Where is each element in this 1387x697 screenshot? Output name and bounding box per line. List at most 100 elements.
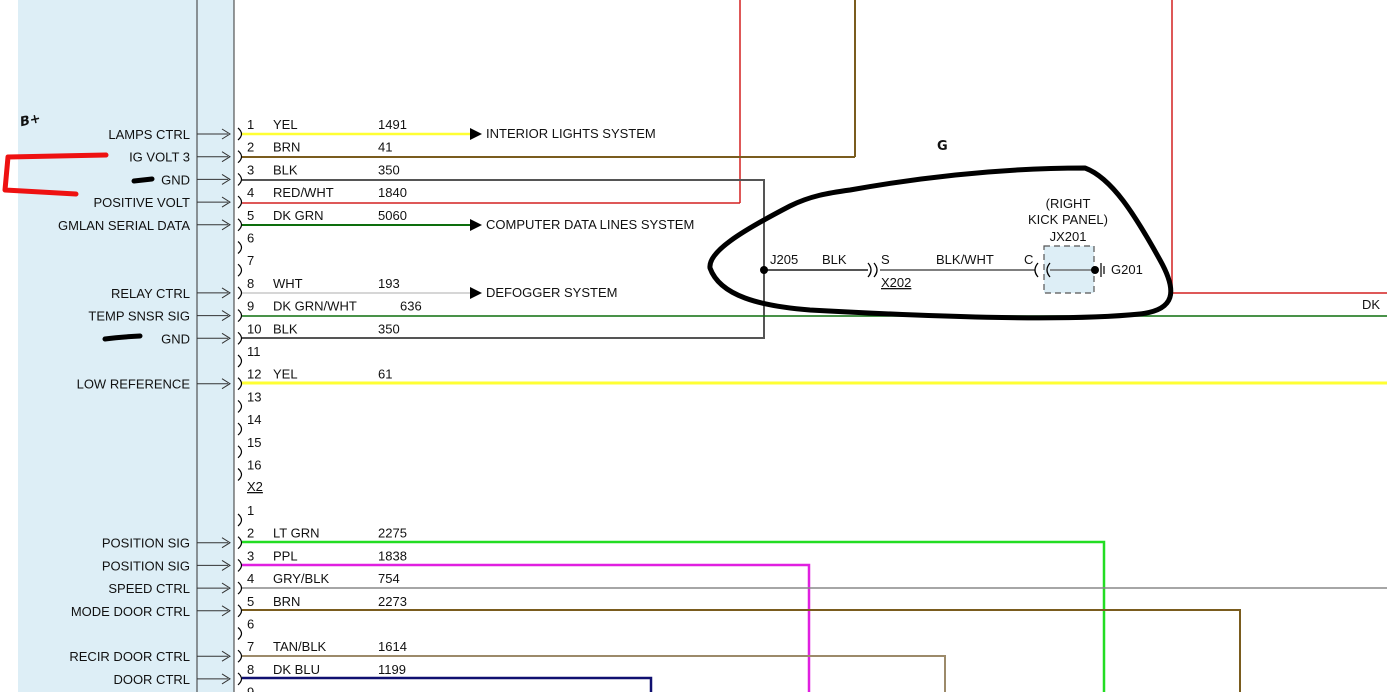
pin-connector-symbol xyxy=(237,354,243,368)
pin-function-label: MODE DOOR CTRL xyxy=(71,604,190,619)
pin-connector-symbol xyxy=(237,263,243,277)
pin-c-symbol xyxy=(1034,262,1039,278)
pin-wire-color: WHT xyxy=(273,276,303,291)
pin-function-label: GND xyxy=(161,172,190,187)
pin-function-label: IG VOLT 3 xyxy=(129,150,190,165)
pin-function-label: TEMP SNSR SIG xyxy=(88,309,190,324)
pin-number: 3 xyxy=(247,548,254,563)
pin-connector-symbol xyxy=(237,331,243,345)
lower-pin-row: 9 xyxy=(237,685,254,697)
pin-wire-color: DK GRN xyxy=(273,208,324,223)
pin-circuit-number: 2273 xyxy=(378,594,407,609)
pin-number: 2 xyxy=(247,526,254,541)
pin-circuit-number: 1491 xyxy=(378,117,407,132)
pin-number: 7 xyxy=(247,253,254,268)
jx-connector-label: JX201 xyxy=(1050,229,1087,244)
pin-connector-symbol xyxy=(237,604,243,618)
x2-pin-row: 16 xyxy=(237,458,261,481)
pin-wire-color: GRY/BLK xyxy=(273,571,329,586)
pin-circuit-number: 61 xyxy=(378,367,392,382)
pin-number: 1 xyxy=(247,503,254,518)
ground-wire1-color: BLK xyxy=(822,252,847,267)
pin-circuit-number: 350 xyxy=(378,321,400,336)
pin-function-label: LAMPS CTRL xyxy=(108,127,190,142)
pin-function-label: DOOR CTRL xyxy=(113,672,190,687)
arrow-defogger xyxy=(470,287,482,299)
pin-connector-symbol xyxy=(237,672,243,686)
pin-c-label: C xyxy=(1024,252,1033,267)
x2-pin-row: 6 xyxy=(237,231,254,254)
wire-lower-pin7-tanblk xyxy=(242,655,946,692)
pin-number: 11 xyxy=(247,344,261,359)
pin-connector-symbol xyxy=(237,468,243,481)
pin-number: 9 xyxy=(247,299,254,314)
pin-number: 14 xyxy=(247,412,261,427)
ground-eyelet xyxy=(1091,266,1099,274)
pin-connector-symbol xyxy=(237,309,243,323)
pin-circuit-number: 1838 xyxy=(378,548,407,563)
system-label-interior-lights[interactable]: INTERIOR LIGHTS SYSTEM xyxy=(486,126,656,141)
pin-circuit-number: 5060 xyxy=(378,208,407,223)
pin-connector-symbol xyxy=(237,172,243,186)
pin-number: 1 xyxy=(247,117,254,132)
lower-wires xyxy=(242,540,1387,692)
location-line1: (RIGHT xyxy=(1046,196,1091,211)
arrow-computer-data xyxy=(470,219,482,231)
location-line2: KICK PANEL) xyxy=(1028,212,1108,227)
pin-connector-symbol xyxy=(237,127,243,141)
ground-circuit: J205 BLK S X202 BLK/WHT C (RIGHT KICK PA… xyxy=(760,196,1143,294)
pin-number: 8 xyxy=(247,276,254,291)
pin-connector-symbol xyxy=(237,241,243,254)
x2-pin-row: 14 xyxy=(237,412,261,436)
x2-pin-row: 15 xyxy=(237,435,261,459)
arrow-interior-lights xyxy=(470,128,482,140)
pin-wire-color: TAN/BLK xyxy=(273,639,327,654)
pin-function-label: RECIR DOOR CTRL xyxy=(69,649,190,664)
x2-pin-row: 7 xyxy=(237,253,254,277)
wiring-diagram-canvas: LAMPS CTRL 1 YEL 1491 IG VOLT 3 2 BRN 4 1 GND 3 BLK… xyxy=(2,0,1387,697)
pin-connector-symbol xyxy=(237,513,243,527)
pin-connector-symbol xyxy=(237,581,243,595)
annotation-gnd-mark-1 xyxy=(131,176,155,184)
system-label-defogger[interactable]: DEFOGGER SYSTEM xyxy=(486,285,617,300)
pin-connector-symbol xyxy=(237,627,243,640)
annotation-ground-circle xyxy=(707,165,1174,321)
pin-wire-color: BRN xyxy=(273,594,300,609)
pin-connector-symbol xyxy=(237,377,243,391)
pin-wire-color: PPL xyxy=(273,548,298,563)
lower-pin-row: 6 xyxy=(237,617,254,640)
pin-wire-color: DK BLU xyxy=(273,662,320,677)
annotation-gnd-mark-2 xyxy=(102,333,143,342)
pin-number: 4 xyxy=(247,185,254,200)
pin-connector-symbol xyxy=(237,218,243,232)
ground-id-label: G201 xyxy=(1111,262,1143,277)
pin-number: 3 xyxy=(247,162,254,177)
pin-function-label: GMLAN SERIAL DATA xyxy=(58,218,190,233)
pin-number: 4 xyxy=(247,571,254,586)
system-label-computer-data[interactable]: COMPUTER DATA LINES SYSTEM xyxy=(486,217,694,232)
pin-wire-color: BLK xyxy=(273,162,298,177)
pin-circuit-number: 2275 xyxy=(378,526,407,541)
pin-circuit-number: 1840 xyxy=(378,185,407,200)
pin-number: 6 xyxy=(247,617,254,632)
pin-wire-color: BRN xyxy=(273,140,300,155)
pin-number: 15 xyxy=(247,435,261,450)
pin-function-label: POSITION SIG xyxy=(102,536,190,551)
ground-wire2-color: BLK/WHT xyxy=(936,252,994,267)
pin-connector-symbol xyxy=(237,445,243,459)
pin-circuit-number: 754 xyxy=(378,571,400,586)
pin-number: 13 xyxy=(247,389,261,404)
pin-connector-symbol xyxy=(237,649,243,663)
pin-connector-symbol xyxy=(237,536,243,550)
pin-number: 12 xyxy=(247,367,261,382)
pin-number: 7 xyxy=(247,639,254,654)
pin-number: 10 xyxy=(247,321,261,336)
x2-pin-row: 11 xyxy=(237,344,261,368)
pin-connector-symbol xyxy=(237,422,243,436)
pin-number: 9 xyxy=(247,685,254,692)
pin-connector-symbol xyxy=(237,399,243,413)
wiring-diagram: LAMPS CTRL 1 YEL 1491 IG VOLT 3 2 BRN 4 1 GND 3 BLK… xyxy=(0,0,1387,697)
pin-wire-color: YEL xyxy=(273,367,298,382)
pin-number: 16 xyxy=(247,458,261,473)
pin-number: 6 xyxy=(247,231,254,246)
